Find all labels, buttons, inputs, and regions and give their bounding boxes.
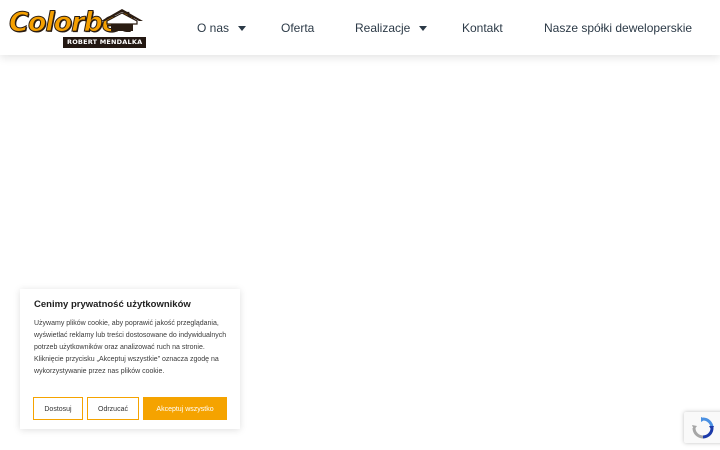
nav-item-nasze-spolki[interactable]: Nasze spółki deweloperskie [544,0,692,55]
nav-label-realizacje: Realizacje [355,20,411,35]
site-logo[interactable]: Colorbet ROBERT MENDALKA [7,6,147,49]
chevron-down-icon [419,25,428,31]
site-header: Colorbet ROBERT MENDALKA O nas Oferta Re… [0,0,720,55]
cookie-description: Używamy plików cookie, aby poprawić jako… [34,320,227,375]
nav-item-o-nas[interactable]: O nas [197,0,247,55]
recaptcha-icon [692,417,714,439]
nav-label-oferta[interactable]: Oferta [281,21,314,35]
nav-label-kontakt[interactable]: Kontakt [462,21,503,35]
nav-label-nasze-spolki[interactable]: Nasze spółki deweloperskie [544,21,692,35]
logo-roof-icon [101,9,143,31]
customize-button[interactable]: Dostosuj [33,397,83,420]
recaptcha-badge[interactable] [684,412,720,443]
nav-item-realizacje[interactable]: Realizacje [355,0,428,55]
accept-all-button[interactable]: Akceptuj wszystko [143,397,227,420]
cookie-consent-banner: Cenimy prywatność użytkowników Używamy p… [20,289,240,429]
page: Colorbet ROBERT MENDALKA O nas Oferta Re… [0,0,720,450]
nav-item-kontakt[interactable]: Kontakt [462,0,503,55]
logo-tagline: ROBERT MENDALKA [63,37,147,48]
nav-item-oferta[interactable]: Oferta [281,0,314,55]
chevron-down-icon [238,25,247,31]
reject-button[interactable]: Odrzucać [87,397,139,420]
nav-label-o-nas: O nas [197,20,230,35]
cookie-title: Cenimy prywatność użytkowników [34,299,191,310]
